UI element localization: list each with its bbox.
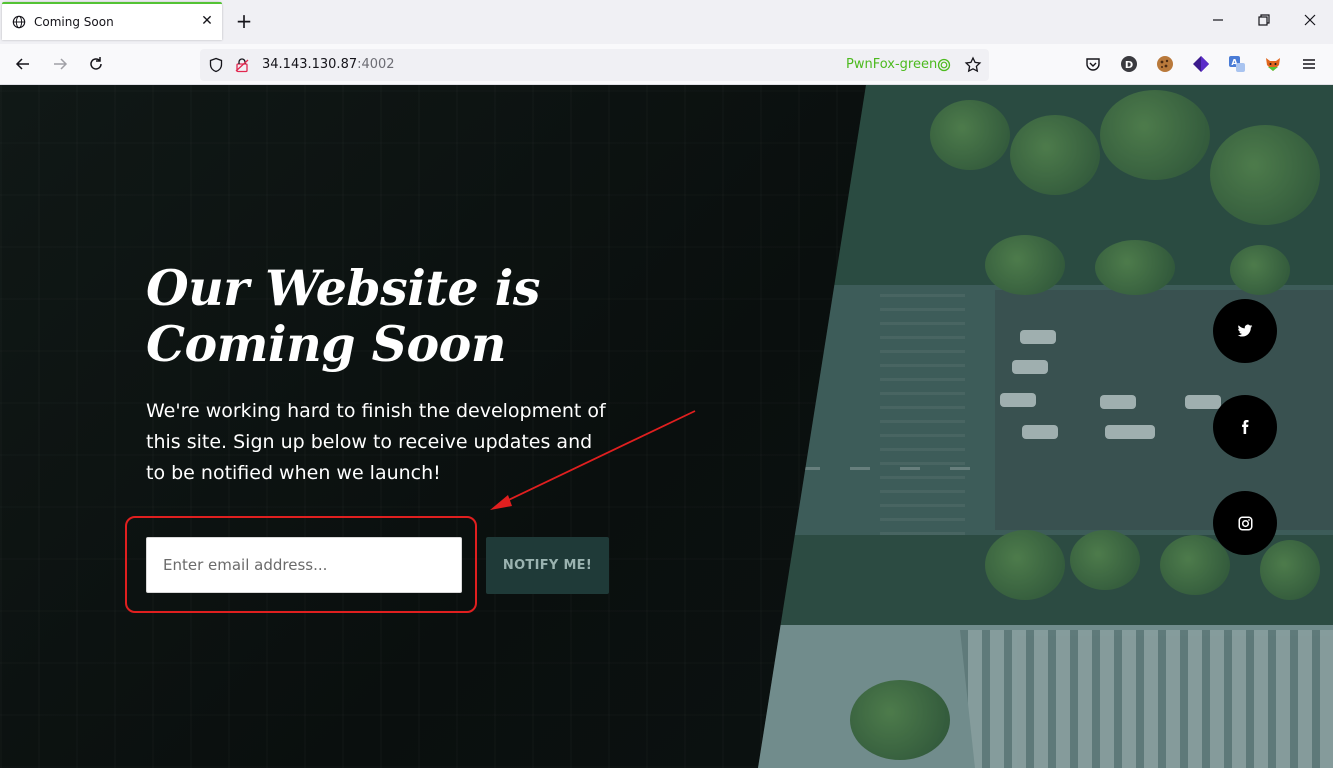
- restore-icon[interactable]: [1256, 12, 1272, 28]
- url-text[interactable]: 34.143.130.87:4002: [262, 57, 395, 72]
- new-tab-button[interactable]: +: [234, 11, 254, 32]
- instagram-button[interactable]: [1213, 491, 1277, 555]
- forward-icon[interactable]: [51, 55, 69, 73]
- svg-text:D: D: [1125, 60, 1133, 71]
- close-tab-icon[interactable]: ✕: [200, 14, 214, 28]
- facebook-button[interactable]: [1213, 395, 1277, 459]
- address-bar[interactable]: 34.143.130.87:4002 PwnFox-green: [200, 49, 989, 81]
- navigation-bar: 34.143.130.87:4002 PwnFox-green D A: [0, 44, 1333, 85]
- translate-icon[interactable]: A: [1228, 55, 1246, 73]
- pocket-icon[interactable]: [1084, 55, 1102, 73]
- headline-line-1: Our Website is: [146, 259, 540, 317]
- container-fingerprint-icon: [937, 58, 951, 72]
- email-input[interactable]: [146, 537, 462, 593]
- reload-icon[interactable]: [87, 55, 105, 73]
- tab-title: Coming Soon: [34, 15, 114, 29]
- url-host: 34.143.130.87: [262, 57, 358, 72]
- page-headline: Our Website is Coming Soon: [146, 260, 746, 372]
- page-description: We're working hard to finish the develop…: [146, 400, 606, 484]
- menu-icon[interactable]: [1300, 55, 1318, 73]
- browser-tab[interactable]: Coming Soon ✕: [2, 2, 222, 40]
- url-port: :4002: [357, 57, 395, 72]
- twitter-icon: [1237, 324, 1253, 337]
- back-icon[interactable]: [14, 55, 32, 73]
- notify-me-button[interactable]: NOTIFY ME!: [486, 537, 609, 594]
- cookie-icon[interactable]: [1156, 55, 1174, 73]
- facebook-icon: [1242, 420, 1249, 434]
- minimize-icon[interactable]: [1210, 12, 1226, 28]
- instagram-icon: [1238, 516, 1252, 530]
- diamond-extension-icon[interactable]: [1192, 55, 1210, 73]
- globe-icon: [12, 15, 26, 29]
- twitter-button[interactable]: [1213, 299, 1277, 363]
- headline-line-2: Coming Soon: [146, 315, 506, 373]
- insecure-lock-icon[interactable]: [234, 57, 250, 73]
- d-extension-icon[interactable]: D: [1120, 55, 1138, 73]
- bookmark-star-icon[interactable]: [964, 56, 982, 74]
- fox-icon[interactable]: [1264, 55, 1282, 73]
- close-window-icon[interactable]: [1302, 12, 1318, 28]
- container-label[interactable]: PwnFox-green: [846, 57, 937, 72]
- tab-strip: Coming Soon ✕ +: [0, 0, 1333, 44]
- coming-soon-page: Our Website is Coming Soon We're working…: [0, 85, 1333, 768]
- tracking-shield-icon[interactable]: [208, 57, 224, 73]
